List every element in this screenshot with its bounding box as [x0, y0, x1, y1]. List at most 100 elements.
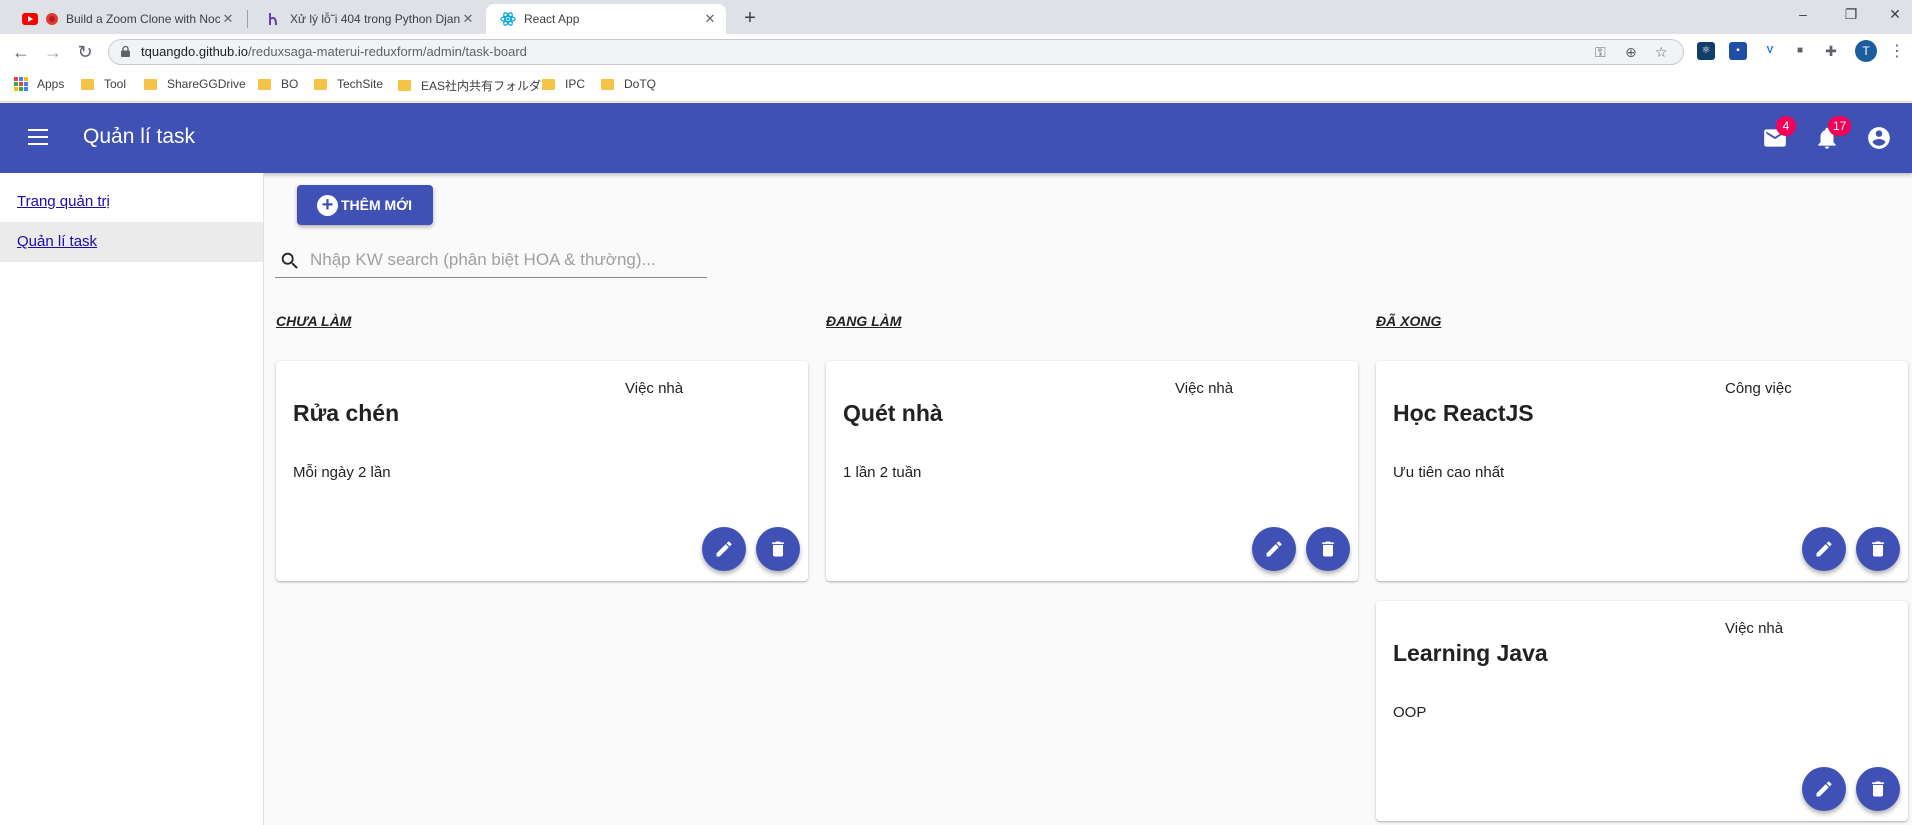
extension-v-icon[interactable]: V [1761, 42, 1779, 60]
task-category: Việc nhà [1725, 620, 1784, 637]
lock-icon [121, 46, 130, 57]
edit-icon [1816, 541, 1832, 557]
column-title-in-progress: ĐANG LÀM [826, 313, 902, 329]
edit-icon [716, 541, 732, 557]
delete-icon [1322, 541, 1334, 557]
tab-title: React App [524, 12, 580, 26]
minimize-icon[interactable]: – [1780, 0, 1826, 28]
youtube-icon [22, 11, 38, 27]
edit-task-button[interactable] [1252, 527, 1296, 571]
browser-toolbar: ← → ↻ tquangdo.github.io/reduxsaga-mater… [0, 34, 1912, 70]
task-description: Ưu tiên cao nhất [1393, 464, 1505, 481]
task-description: 1 lần 2 tuần [843, 464, 922, 481]
close-tab-icon[interactable]: ✕ [702, 11, 718, 27]
task-name: Học ReactJS [1393, 400, 1534, 426]
folder-icon [542, 78, 555, 90]
close-tab-icon[interactable]: ✕ [220, 11, 236, 27]
sidebar-item-label[interactable]: Trang quản trị [17, 193, 110, 210]
bookmark-folder[interactable]: EAS社内共有フォルダ [398, 77, 541, 94]
bookmark-apps[interactable]: Apps [14, 77, 64, 91]
sidebar: Trang quản trị Quản lí task [0, 173, 264, 825]
delete-task-button[interactable] [756, 527, 800, 571]
bookmark-star-icon[interactable]: ☆ [1655, 44, 1668, 61]
app-title: Quản lí task [83, 125, 196, 148]
folder-icon [81, 78, 94, 90]
bookmark-folder[interactable]: TechSite [314, 77, 383, 91]
task-category: Việc nhà [1175, 380, 1234, 397]
sidebar-item-label[interactable]: Quản lí task [17, 233, 97, 250]
task-name: Rửa chén [293, 400, 400, 426]
extensions-puzzle-icon[interactable]: ✚ [1822, 42, 1840, 60]
task-name: Learning Java [1393, 640, 1548, 666]
delete-icon [1872, 781, 1884, 797]
profile-avatar[interactable]: T [1855, 40, 1877, 62]
bookmark-folder[interactable]: ShareGGDrive [144, 77, 246, 91]
forward-icon[interactable]: → [39, 38, 67, 66]
apps-grid-icon [14, 77, 28, 91]
task-card: Việc nhà Learning Java OOP [1376, 601, 1908, 821]
folder-icon [398, 80, 411, 91]
key-icon[interactable]: ⚿ [1595, 44, 1606, 61]
app-header: Quản lí task 4 17 [0, 103, 1912, 173]
menu-icon[interactable] [28, 129, 48, 145]
bookmarks-bar: Apps Tool ShareGGDrive BO TechSite EAS社内… [0, 70, 1912, 102]
browser-tab-1[interactable]: Build a Zoom Clone with Noc ✕ [8, 4, 244, 34]
browser-tab-2[interactable]: Xử lý lỗ˜i 404 trong Python Djang ✕ [252, 4, 484, 34]
browser-tab-strip: Build a Zoom Clone with Noc ✕ Xử lý lỗ˜i… [0, 0, 1912, 34]
folder-icon [601, 78, 614, 90]
delete-task-button[interactable] [1856, 767, 1900, 811]
folder-icon [314, 78, 327, 90]
bookmark-folder[interactable]: Tool [81, 77, 126, 91]
bookmark-folder[interactable]: IPC [542, 77, 585, 91]
edit-icon [1816, 781, 1832, 797]
react-icon [500, 11, 516, 27]
task-description: OOP [1393, 704, 1427, 721]
extension-icon[interactable]: ▪ [1729, 42, 1747, 60]
restore-icon[interactable]: ❐ [1828, 0, 1874, 28]
mail-badge: 4 [1776, 116, 1796, 136]
edit-task-button[interactable] [1802, 767, 1846, 811]
tab-divider [247, 10, 248, 28]
delete-icon [772, 541, 784, 557]
new-tab-button[interactable]: + [737, 6, 763, 32]
column-title-done: ĐÃ XONG [1376, 313, 1442, 329]
extension-react-devtools-icon[interactable]: ⚛ [1697, 42, 1715, 60]
delete-task-button[interactable] [1306, 527, 1350, 571]
close-tab-icon[interactable]: ✕ [460, 11, 476, 27]
folder-icon [258, 78, 271, 90]
sidebar-item-task-management[interactable]: Quản lí task [0, 222, 263, 262]
bookmark-folder[interactable]: BO [258, 77, 298, 91]
folder-icon [144, 78, 157, 90]
task-card: Việc nhà Quét nhà 1 lần 2 tuần [826, 361, 1358, 581]
hashnode-icon [266, 11, 282, 27]
delete-icon [1872, 541, 1884, 557]
record-icon [44, 11, 60, 27]
search-field [275, 244, 707, 278]
add-circle-icon: + [317, 194, 338, 216]
browser-menu-icon[interactable]: ⋮ [1883, 38, 1911, 66]
task-card: Công việc Học ReactJS Ưu tiên cao nhất [1376, 361, 1908, 581]
address-bar[interactable]: tquangdo.github.io/reduxsaga-materui-red… [108, 39, 1684, 65]
search-icon [281, 252, 298, 269]
search-input[interactable] [310, 247, 700, 273]
edit-task-button[interactable] [702, 527, 746, 571]
edit-task-button[interactable] [1802, 527, 1846, 571]
notifications-badge: 17 [1828, 116, 1852, 136]
delete-task-button[interactable] [1856, 527, 1900, 571]
sidebar-item-admin[interactable]: Trang quản trị [0, 182, 263, 222]
task-category: Việc nhà [625, 380, 684, 397]
browser-tab-3[interactable]: React App ✕ [486, 4, 726, 34]
bookmark-folder[interactable]: DoTQ [601, 77, 656, 91]
extension-camera-icon[interactable]: ■ [1791, 42, 1809, 60]
back-icon[interactable]: ← [7, 38, 35, 66]
url-text: tquangdo.github.io/reduxsaga-materui-red… [141, 44, 527, 59]
tab-title: Build a Zoom Clone with Noc [66, 12, 220, 26]
task-category: Công việc [1725, 380, 1792, 397]
zoom-icon[interactable]: ⊕ [1625, 44, 1637, 61]
add-task-button[interactable]: + THÊM MỚI [297, 185, 433, 225]
task-name: Quét nhà [843, 400, 943, 426]
close-window-icon[interactable]: ✕ [1872, 0, 1912, 28]
account-circle-icon[interactable] [1866, 125, 1892, 151]
edit-icon [1266, 541, 1282, 557]
reload-icon[interactable]: ↻ [71, 38, 99, 66]
